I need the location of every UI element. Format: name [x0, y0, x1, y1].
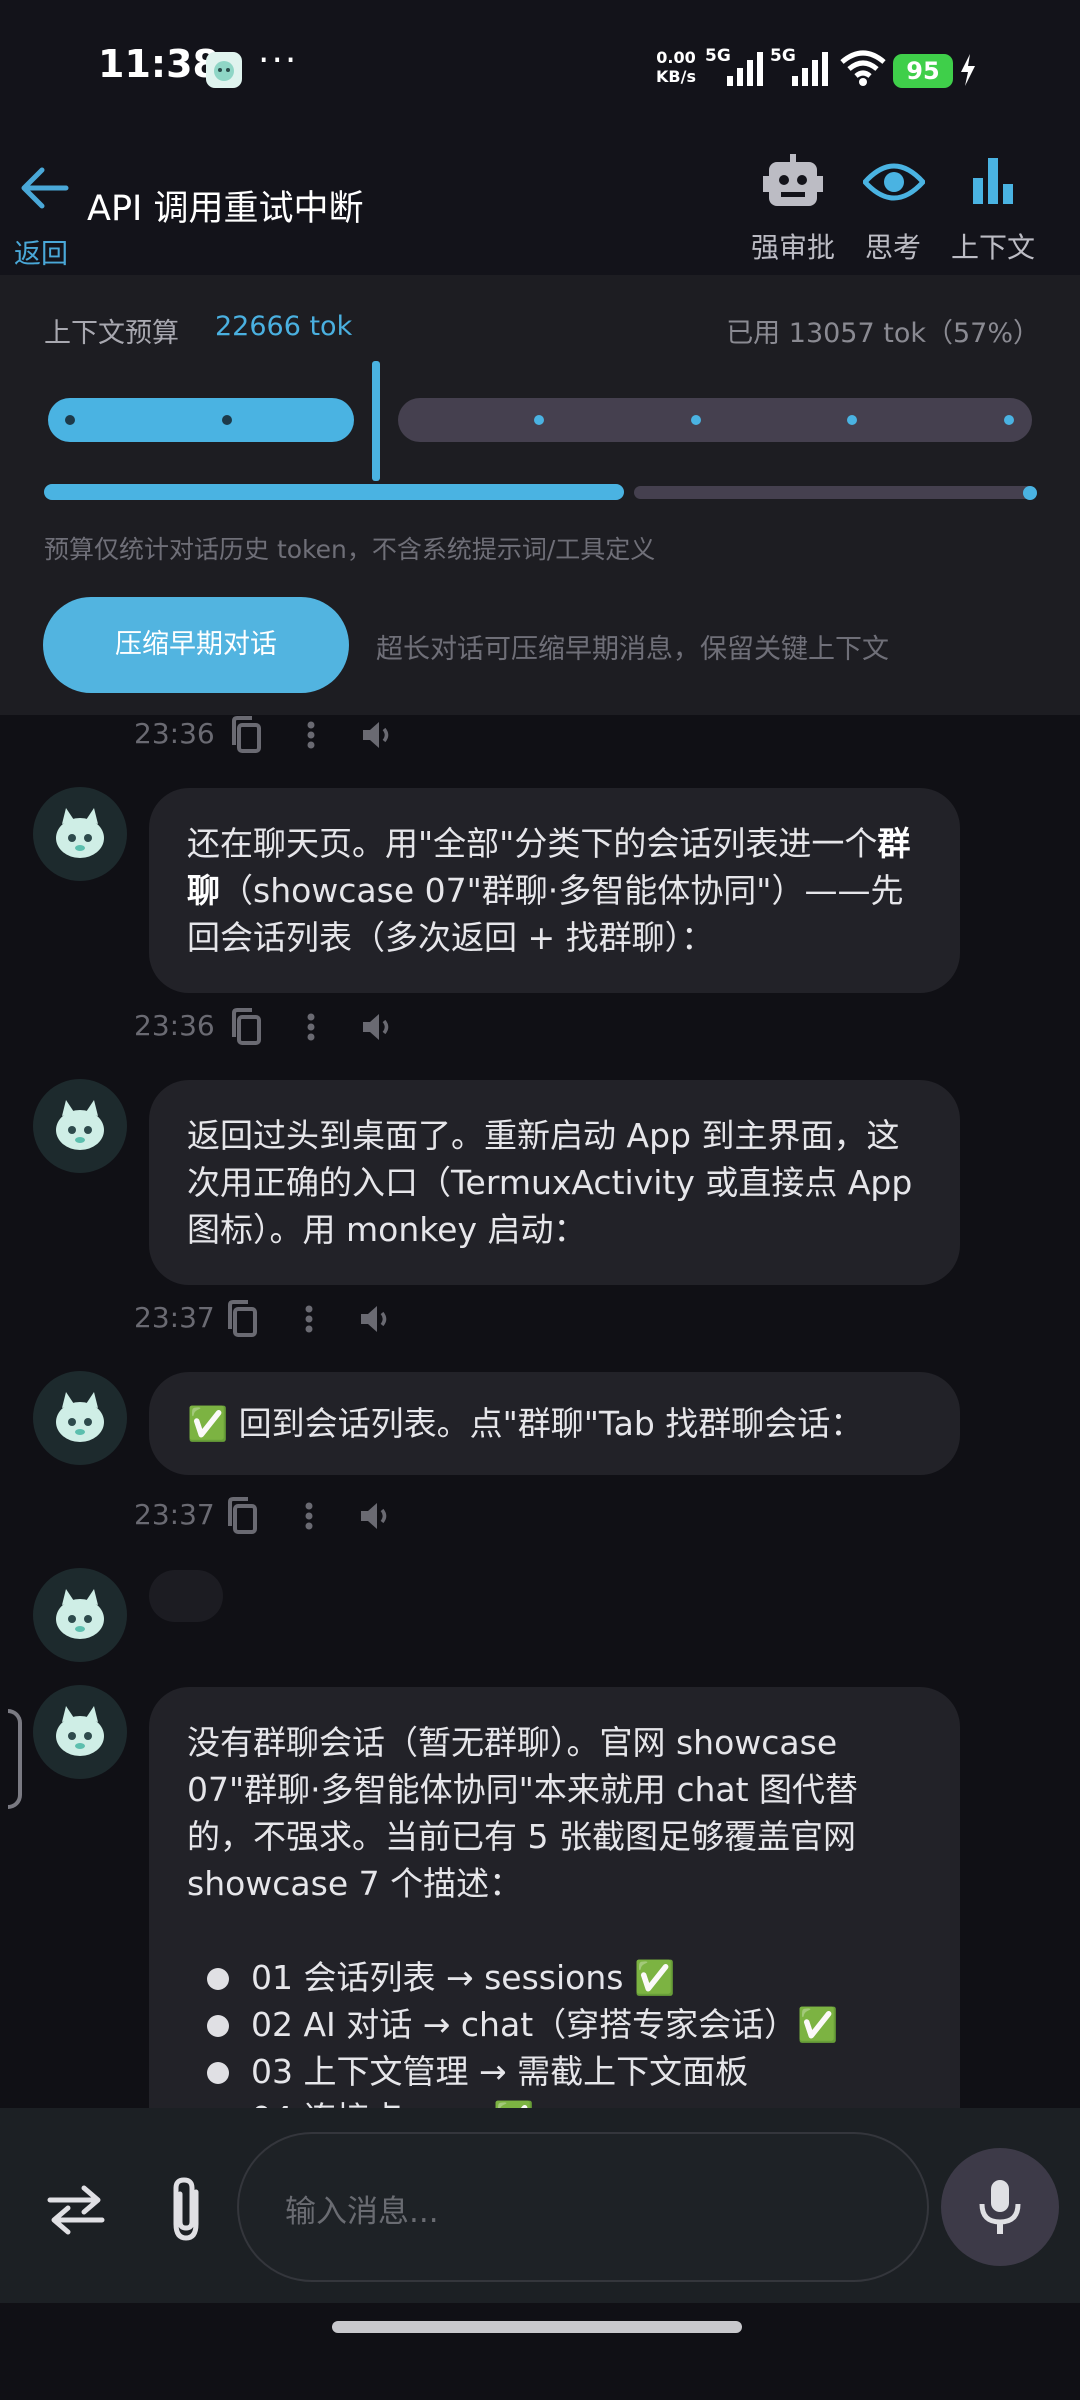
thinking-button[interactable]: 思考 — [838, 140, 948, 270]
composer-bar: 输入消息... — [0, 2108, 1080, 2303]
message-time: 23:36 — [134, 1009, 215, 1042]
more-vert-icon[interactable] — [304, 715, 318, 755]
bot-mascot-icon — [56, 1100, 104, 1150]
assistant-avatar — [33, 787, 127, 881]
assistant-avatar — [33, 1079, 127, 1173]
copy-icon[interactable] — [230, 1007, 264, 1047]
assistant-message[interactable]: 还在聊天页。用"全部"分类下的会话列表进一个群聊（showcase 07"群聊·… — [149, 788, 960, 993]
more-vert-icon[interactable] — [302, 1299, 316, 1339]
scroll-handle[interactable] — [8, 1709, 22, 1809]
status-time: 11:38 — [98, 42, 219, 86]
list-item: 01 会话列表 → sessions ✅ — [187, 1954, 922, 2001]
back-button[interactable]: 返回 — [12, 146, 90, 270]
segment-dot — [691, 415, 701, 425]
speaker-icon[interactable] — [360, 1007, 396, 1047]
back-label: 返回 — [14, 239, 68, 270]
message-input-placeholder: 输入消息... — [285, 2194, 439, 2230]
swap-icon[interactable] — [44, 2184, 108, 2236]
list-item: 03 上下文管理 → 需截上下文面板 — [187, 2048, 922, 2095]
attachment-icon[interactable] — [156, 2174, 216, 2244]
compress-history-button[interactable]: 压缩早期对话 — [43, 597, 349, 693]
speaker-icon[interactable] — [358, 1299, 394, 1339]
message-text: 还在聊天页。用"全部"分类下的会话列表进一个 — [187, 824, 878, 863]
wifi-icon — [840, 50, 886, 86]
assistant-message[interactable]: 没有群聊会话（暂无群聊）。官网 showcase 07"群聊·多智能体协同"本来… — [149, 1687, 960, 2108]
status-more-icon: ··· — [258, 40, 299, 81]
message-text: ✅ 回到会话列表。点"群聊"Tab 找群聊会话： — [187, 1404, 864, 1443]
net-speed-unit: KB/s — [656, 67, 696, 86]
message-text: （showcase 07"群聊·多智能体协同"）——先回会话列表（多次返回 + … — [187, 871, 904, 957]
context-label: 上下文 — [950, 231, 1035, 264]
budget-value: 22666 tok — [215, 311, 353, 342]
app-notification-icon — [206, 52, 242, 88]
assistant-avatar — [33, 1371, 127, 1465]
budget-slider-handle[interactable] — [372, 361, 380, 481]
budget-segment-remaining — [398, 398, 1032, 442]
arrow-left-icon — [21, 167, 69, 209]
eye-icon — [863, 163, 925, 201]
assistant-avatar — [33, 1685, 127, 1779]
usage-progress-track — [634, 486, 1036, 499]
more-vert-icon[interactable] — [302, 1496, 316, 1536]
thinking-label: 思考 — [864, 231, 921, 264]
copy-icon[interactable] — [226, 1299, 260, 1339]
segment-dot — [847, 415, 857, 425]
list-item: 04 连接点 → ... ✅ — [187, 2095, 922, 2108]
status-bar: 11:38 ··· 0.00 KB/s 5G 5G 95 — [0, 0, 1080, 130]
message-text: 返回过头到桌面了。重新启动 App 到主界面，这次用正确的入口（TermuxAc… — [187, 1116, 913, 1249]
message-text: 没有群聊会话（暂无群聊）。官网 showcase 07"群聊·多智能体协同"本来… — [187, 1723, 859, 1903]
bot-mascot-icon — [56, 1589, 104, 1639]
message-time: 23:37 — [134, 1301, 215, 1334]
approval-label: 强审批 — [750, 231, 835, 264]
assistant-avatar — [33, 1568, 127, 1662]
list-item: 02 AI 对话 → chat（穿搭专家会话）✅ — [187, 2001, 922, 2048]
segment-dot — [534, 415, 544, 425]
top-app-bar: 返回 API 调用重试中断 强审批 思考 上下文 — [0, 130, 1080, 275]
empty-message-bubble — [149, 1570, 223, 1622]
budget-segment-used — [48, 398, 354, 442]
page-title: API 调用重试中断 — [87, 189, 364, 229]
segment-dot — [222, 415, 232, 425]
context-button[interactable]: 上下文 — [938, 140, 1048, 270]
robot-icon — [763, 154, 823, 206]
message-list-items: 01 会话列表 → sessions ✅ 02 AI 对话 → chat（穿搭专… — [187, 1954, 922, 2108]
usage-progress-end — [1023, 486, 1037, 500]
context-budget-panel: 上下文预算 22666 tok 已用 13057 tok（57%） 预算仅统计对… — [0, 275, 1080, 715]
battery-level: 95 — [893, 54, 953, 88]
budget-label: 上下文预算 — [44, 318, 179, 349]
copy-icon[interactable] — [226, 1496, 260, 1536]
system-nav-bar — [0, 2303, 1080, 2400]
bar-chart-icon — [973, 158, 1013, 204]
bot-mascot-icon — [56, 1392, 104, 1442]
compress-hint: 超长对话可压缩早期消息，保留关键上下文 — [376, 634, 889, 665]
assistant-message[interactable]: 返回过头到桌面了。重新启动 App 到主界面，这次用正确的入口（TermuxAc… — [149, 1080, 960, 1285]
assistant-message[interactable]: ✅ 回到会话列表。点"群聊"Tab 找群聊会话： — [149, 1372, 960, 1475]
home-gesture-handle[interactable] — [332, 2321, 742, 2333]
net-speed-value: 0.00 — [656, 48, 696, 67]
speaker-icon[interactable] — [358, 1496, 394, 1536]
bot-mascot-icon — [56, 808, 104, 858]
message-time: 23:36 — [134, 717, 215, 750]
copy-icon[interactable] — [230, 715, 264, 755]
used-tokens: 已用 13057 tok（57%） — [726, 318, 1040, 349]
message-list[interactable]: 23:36 还在聊天页。用"全部"分类下的会话列表进一个群聊（showcase … — [0, 715, 1080, 2108]
charging-icon — [961, 54, 975, 86]
segment-dot — [65, 415, 75, 425]
bot-mascot-icon — [56, 1706, 104, 1756]
usage-progress-fill — [44, 484, 624, 500]
speaker-icon[interactable] — [360, 715, 396, 755]
budget-note: 预算仅统计对话历史 token，不含系统提示词/工具定义 — [44, 535, 656, 564]
net-speed: 0.00 KB/s — [656, 48, 696, 86]
voice-input-button[interactable] — [941, 2148, 1059, 2266]
more-vert-icon[interactable] — [304, 1007, 318, 1047]
approval-button[interactable]: 强审批 — [738, 140, 848, 270]
segment-dot — [1004, 415, 1014, 425]
message-input[interactable]: 输入消息... — [237, 2132, 929, 2282]
message-time: 23:37 — [134, 1498, 215, 1531]
microphone-icon — [979, 2180, 1021, 2234]
